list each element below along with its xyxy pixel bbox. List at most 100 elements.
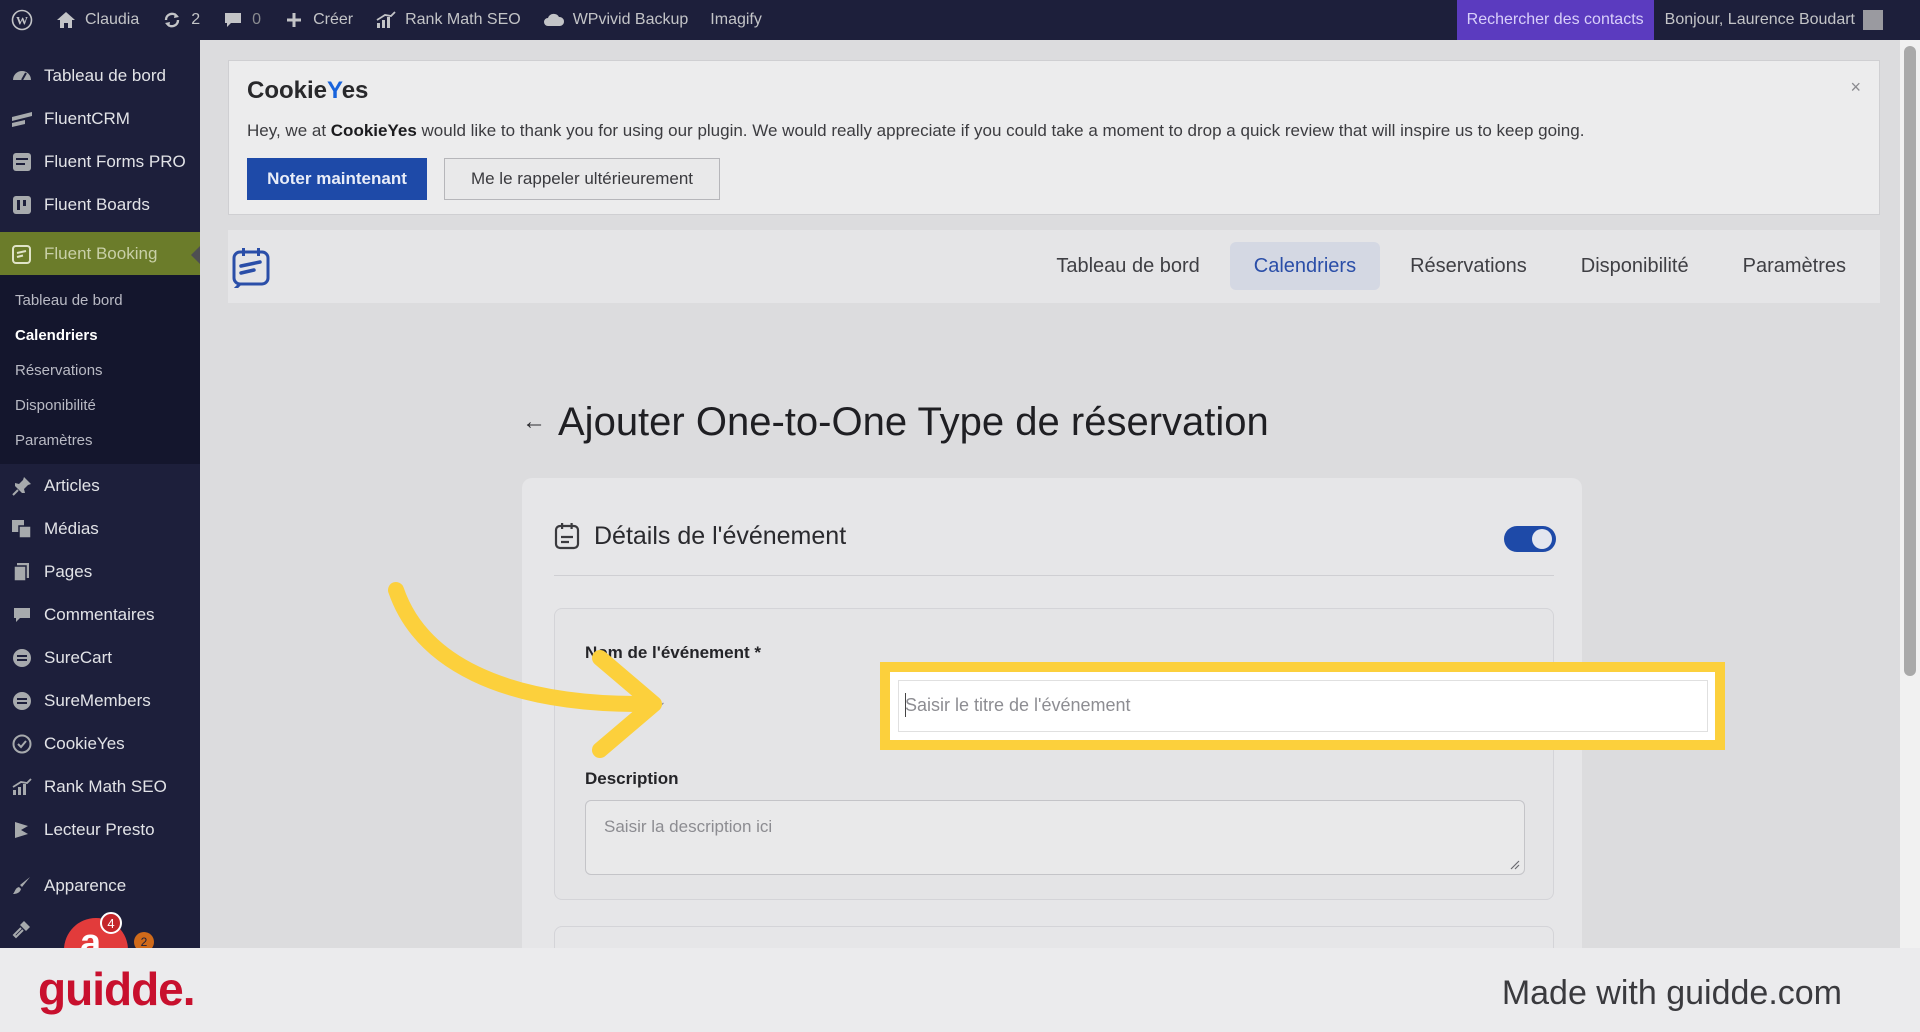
- sidebar-item-media[interactable]: Médias: [0, 507, 200, 550]
- sidebar-item-pages[interactable]: Pages: [0, 550, 200, 593]
- back-arrow-icon[interactable]: ←: [522, 408, 546, 436]
- wpvivid-menu[interactable]: WPvivid Backup: [532, 0, 700, 40]
- search-contacts-label: Rechercher des contacts: [1466, 11, 1644, 28]
- card-title: Détails de l'événement: [594, 522, 847, 550]
- rank-math-label: Rank Math SEO: [405, 11, 521, 28]
- sidebar-item-label: Médias: [44, 518, 99, 538]
- avatar: [1863, 10, 1883, 30]
- search-contacts-button[interactable]: Rechercher des contacts: [1456, 0, 1654, 40]
- fluent-booking-logo-icon[interactable]: [230, 246, 272, 292]
- fluent-booking-nav: Tableau de bord Calendriers Réservations…: [228, 230, 1880, 303]
- scrollbar-thumb[interactable]: [1904, 46, 1916, 676]
- cookieyes-logo: CookieYes: [247, 77, 369, 104]
- sidebar-item-rankmath[interactable]: Rank Math SEO: [0, 765, 200, 808]
- dashboard-icon: [10, 64, 34, 88]
- resize-handle-icon[interactable]: [1510, 860, 1520, 870]
- submenu-item-availability[interactable]: Disponibilité: [0, 388, 200, 423]
- rank-math-menu[interactable]: Rank Math SEO: [364, 0, 532, 40]
- sidebar-item-label: Fluent Booking: [44, 243, 158, 263]
- sidebar-item-label: SureCart: [44, 647, 113, 667]
- notice-message: Hey, we at CookieYes would like to thank…: [247, 121, 1585, 140]
- sidebar-item-label: Apparence: [44, 875, 127, 895]
- sidebar-item-label: Articles: [44, 475, 100, 495]
- brush-icon: [10, 874, 34, 898]
- rate-now-button[interactable]: Noter maintenant: [247, 158, 427, 200]
- page-scrollbar[interactable]: [1900, 40, 1920, 948]
- cookieyes-review-notice: CookieYes × Hey, we at CookieYes would l…: [228, 60, 1880, 215]
- create-menu[interactable]: Créer: [272, 0, 364, 40]
- admin-bar: W Claudia 2 0 Créer Rank Math SEO WPvivi…: [0, 0, 1920, 40]
- tab-dashboard[interactable]: Tableau de bord: [1032, 242, 1223, 290]
- sidebar-item-surecart[interactable]: SureCart: [0, 636, 200, 679]
- boards-icon: [10, 193, 34, 217]
- sidebar-item-label: Commentaires: [44, 604, 155, 624]
- divider: [554, 575, 1554, 576]
- main-content: CookieYes × Hey, we at CookieYes would l…: [200, 40, 1900, 948]
- submenu-item-calendars[interactable]: Calendriers: [0, 318, 200, 353]
- pages-icon: [10, 560, 34, 584]
- remind-later-button[interactable]: Me le rappeler ultérieurement: [444, 158, 720, 200]
- sidebar-item-dashboard[interactable]: Tableau de bord: [0, 54, 200, 97]
- sidebar-item-label: Fluent Boards: [44, 194, 150, 214]
- event-enabled-toggle[interactable]: [1504, 526, 1556, 552]
- submenu-item-bookings[interactable]: Réservations: [0, 353, 200, 388]
- comment-icon: [222, 9, 244, 31]
- submenu-item-settings[interactable]: Paramètres: [0, 423, 200, 458]
- sidebar-item-articles[interactable]: Articles: [0, 464, 200, 507]
- refresh-icon: [161, 9, 183, 31]
- site-name-link[interactable]: Claudia: [44, 0, 150, 40]
- sidebar-item-appearance[interactable]: Apparence: [0, 864, 200, 907]
- admin-sidebar: Tableau de bord FluentCRM Fluent Forms P…: [0, 40, 201, 948]
- rankmath-icon: [375, 9, 397, 31]
- wordpress-logo-menu[interactable]: W: [0, 0, 44, 40]
- pin-icon: [10, 474, 34, 498]
- guidde-footer: guidde. Made with guidde.com: [0, 948, 1920, 1032]
- suremembers-icon: [10, 689, 34, 713]
- cloud-icon: [543, 9, 565, 31]
- event-name-input[interactable]: Saisir le titre de l'événement: [898, 680, 1708, 732]
- sidebar-item-fluent-booking[interactable]: Fluent Booking: [0, 232, 201, 275]
- calendar-icon: [554, 522, 580, 550]
- sidebar-item-suremembers[interactable]: SureMembers: [0, 679, 200, 722]
- toggle-knob: [1532, 529, 1552, 549]
- submenu-item-dashboard[interactable]: Tableau de bord: [0, 283, 200, 318]
- comments-link[interactable]: 0: [211, 0, 272, 40]
- description-label: Description: [585, 769, 679, 788]
- sidebar-item-label: Lecteur Presto: [44, 819, 155, 839]
- description-placeholder: Saisir la description ici: [604, 817, 773, 836]
- imagify-label: Imagify: [710, 11, 762, 28]
- tab-bookings[interactable]: Réservations: [1386, 242, 1551, 290]
- updates-count: 2: [191, 11, 201, 28]
- sidebar-item-fluent-boards[interactable]: Fluent Boards: [0, 183, 200, 226]
- booking-icon: [10, 242, 34, 266]
- sidebar-item-label: Pages: [44, 561, 93, 581]
- imagify-menu[interactable]: Imagify: [699, 0, 773, 40]
- sidebar-item-fluent-forms[interactable]: Fluent Forms PRO: [0, 140, 200, 183]
- sidebar-item-comments[interactable]: Commentaires: [0, 593, 200, 636]
- guide-arrow-icon: [388, 582, 662, 758]
- made-with-text: Made with guidde.com: [1501, 974, 1842, 1012]
- sidebar-item-label: CookieYes: [44, 733, 125, 753]
- rankmath-icon: [10, 775, 34, 799]
- wpvivid-label: WPvivid Backup: [572, 11, 689, 28]
- sidebar-item-label: Tableau de bord: [44, 65, 166, 85]
- plugin-icon: [10, 917, 34, 941]
- page-title: Ajouter One-to-One Type de réservation: [558, 400, 1269, 444]
- tab-availability[interactable]: Disponibilité: [1557, 242, 1713, 290]
- event-form-section: Nom de l'événement * ⌄ Description Saisi…: [554, 608, 1554, 900]
- surecart-icon: [10, 646, 34, 670]
- sidebar-item-fluentcrm[interactable]: FluentCRM: [0, 97, 200, 140]
- fluentcrm-icon: [10, 107, 34, 131]
- tab-settings[interactable]: Paramètres: [1719, 242, 1870, 290]
- user-account-menu[interactable]: Bonjour, Laurence Boudart: [1654, 0, 1894, 40]
- sidebar-item-label: FluentCRM: [44, 108, 130, 128]
- sidebar-item-cookieyes[interactable]: CookieYes: [0, 722, 200, 765]
- description-textarea[interactable]: Saisir la description ici: [585, 800, 1525, 875]
- wordpress-icon: W: [11, 9, 33, 31]
- tab-calendars[interactable]: Calendriers: [1229, 242, 1381, 290]
- sidebar-item-label: SureMembers: [44, 690, 151, 710]
- close-icon[interactable]: ×: [1850, 77, 1861, 98]
- sidebar-item-presto[interactable]: Lecteur Presto: [0, 808, 200, 851]
- updates-link[interactable]: 2: [150, 0, 211, 40]
- create-label: Créer: [313, 11, 354, 28]
